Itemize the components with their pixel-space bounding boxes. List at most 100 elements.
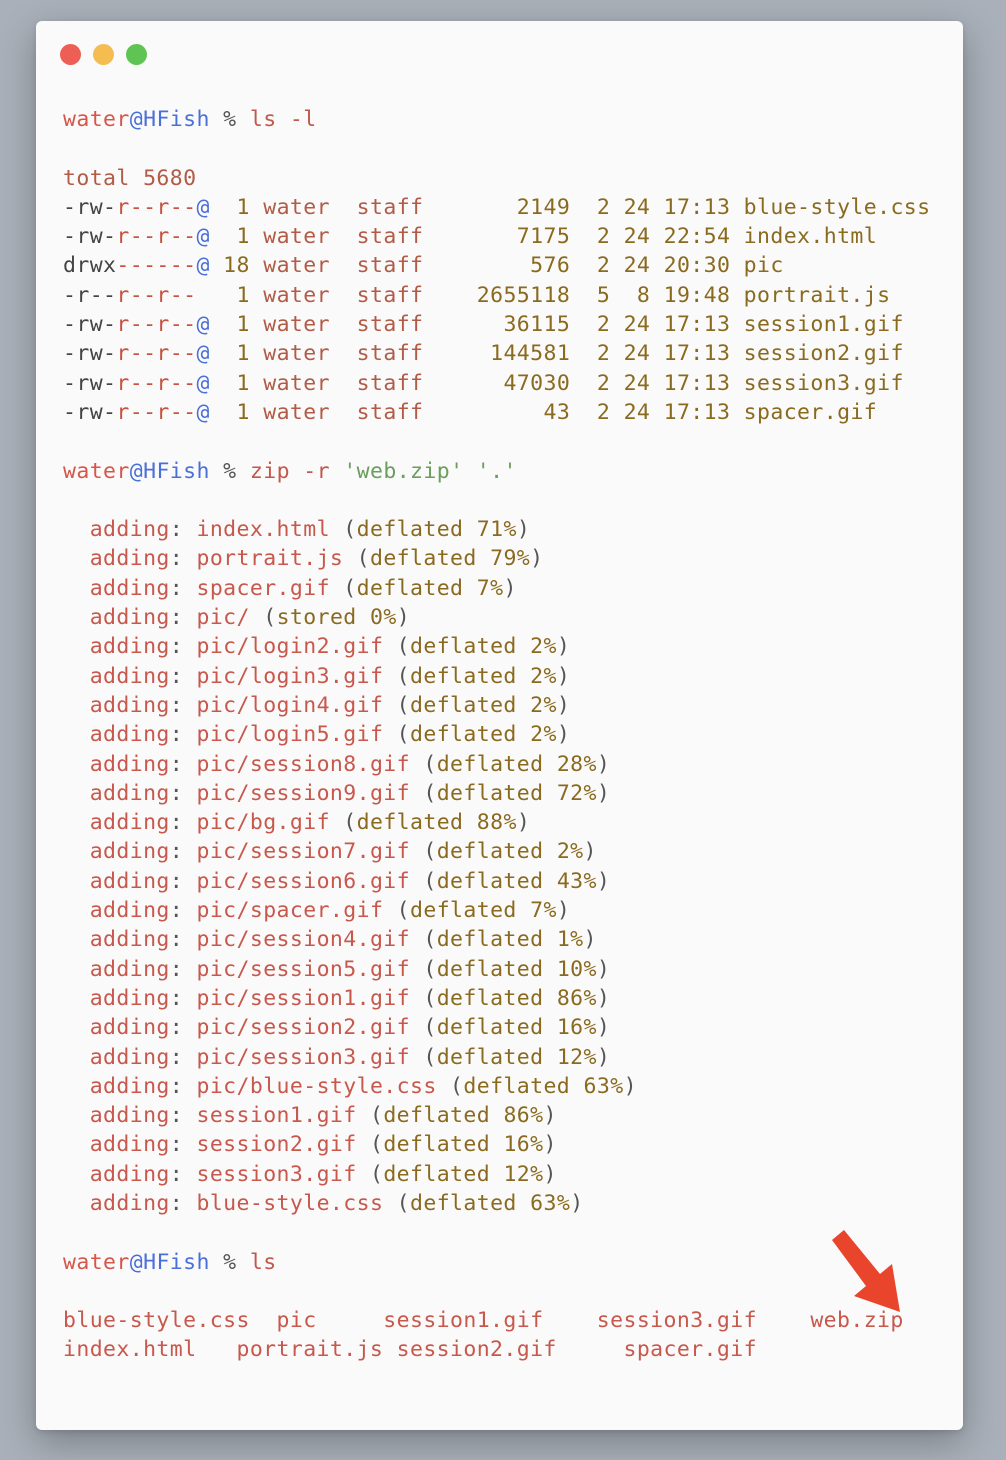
paren: (: [410, 839, 437, 865]
command-string: '.': [476, 458, 517, 484]
zip-adding-line: adding: blue-style.css (deflated 63%): [63, 1189, 963, 1218]
perm-group-other: r--r--: [116, 341, 197, 367]
adding-label: adding: [89, 722, 170, 748]
zip-adding-line: adding: pic/login3.gif (deflated 2%): [63, 662, 963, 691]
colon: :: [169, 1161, 197, 1187]
zip-percent: 63%: [583, 1073, 624, 1099]
adding-label: adding: [89, 575, 170, 601]
adding-label: adding: [89, 1132, 170, 1158]
prompt-host: HFish: [143, 1249, 210, 1275]
zip-method: deflated: [410, 722, 517, 748]
file-name: spacer.gif: [743, 399, 878, 425]
perm-xattr: @: [196, 370, 210, 396]
file-size: 576: [423, 253, 584, 279]
zip-file: pic/login3.gif: [196, 663, 384, 689]
zip-file: session3.gif: [196, 1161, 357, 1187]
adding-label: adding: [89, 927, 170, 953]
adding-label: adding: [89, 839, 170, 865]
perm-owner: drwx: [63, 253, 117, 279]
colon: :: [169, 634, 197, 660]
perm-xattr: [196, 283, 209, 308]
adding-label: adding: [89, 1161, 170, 1187]
paren: (: [410, 868, 437, 894]
colon: :: [169, 663, 197, 689]
command-name: ls: [249, 1249, 277, 1275]
zip-percent: 2%: [530, 634, 557, 660]
perm-owner: -rw-: [63, 224, 117, 250]
paren: ): [583, 839, 597, 865]
zip-method: deflated: [410, 663, 517, 689]
file-name: pic: [743, 253, 784, 279]
ls-entry: pic: [276, 1308, 384, 1334]
zip-file: index.html: [196, 517, 330, 543]
prompt-at: @: [129, 458, 144, 484]
colon: :: [169, 751, 197, 777]
zip-file: pic/session5.gif: [196, 956, 410, 982]
prompt-at: @: [129, 1249, 144, 1275]
paren: ): [596, 1015, 611, 1041]
zip-file: blue-style.css: [196, 1190, 384, 1216]
zip-method: deflated: [436, 839, 544, 865]
prompt-line: water@HFish % ls -l: [63, 105, 963, 134]
zoom-button[interactable]: [126, 44, 147, 65]
adding-label: adding: [89, 692, 170, 718]
zip-adding-line: adding: session1.gif (deflated 86%): [63, 1101, 963, 1130]
paren: ): [543, 1132, 557, 1158]
command-name: zip: [249, 458, 290, 484]
ls-row: -r--r--r-- 1 water staff 2655118 5 8 19:…: [63, 281, 963, 310]
mod-date: 2 24 17:13: [583, 194, 744, 220]
zip-method: deflated: [436, 751, 544, 777]
command-args: -r: [289, 458, 344, 484]
zip-percent: 79%: [490, 546, 531, 572]
zip-percent: 7%: [476, 575, 504, 601]
zip-percent: 72%: [556, 780, 597, 806]
file-name: session3.gif: [743, 370, 904, 396]
zip-method: deflated: [436, 1015, 544, 1041]
owner: water: [263, 399, 330, 425]
terminal-output[interactable]: water@HFish % ls -l total 5680 -rw-r--r--@…: [63, 105, 963, 1365]
zip-method: deflated: [383, 1103, 491, 1129]
close-button[interactable]: [60, 44, 81, 65]
colon: :: [169, 839, 197, 865]
command-string: 'web.zip': [343, 458, 464, 484]
zip-percent: 1%: [556, 927, 584, 953]
link-count: 1: [209, 370, 264, 396]
paren: ): [556, 692, 571, 718]
paren: ): [596, 780, 611, 806]
zip-adding-line: adding: pic/bg.gif (deflated 88%): [63, 808, 963, 837]
zip-percent: 71%: [476, 517, 517, 543]
paren: ): [556, 663, 571, 689]
ls-entry: spacer.gif: [623, 1337, 757, 1363]
perm-owner: -rw-: [63, 341, 117, 367]
prompt-user: water: [63, 107, 130, 132]
file-size: 43: [423, 399, 584, 425]
prompt-user: water: [63, 458, 130, 484]
colon: :: [169, 517, 197, 543]
group: staff: [356, 253, 424, 279]
minimize-button[interactable]: [93, 44, 114, 65]
ls-row: -rw-r--r--@ 1 water staff 36115 2 24 17:…: [63, 310, 963, 339]
file-size: 2655118: [423, 282, 584, 308]
zip-file: pic/session7.gif: [196, 839, 410, 865]
perm-xattr: @: [196, 312, 210, 338]
ls-entry: session2.gif: [396, 1337, 624, 1363]
perm-group-other: r--r--: [116, 194, 197, 220]
owner: water: [263, 370, 330, 396]
zip-method: deflated: [436, 956, 544, 982]
adding-label: adding: [89, 1015, 170, 1041]
